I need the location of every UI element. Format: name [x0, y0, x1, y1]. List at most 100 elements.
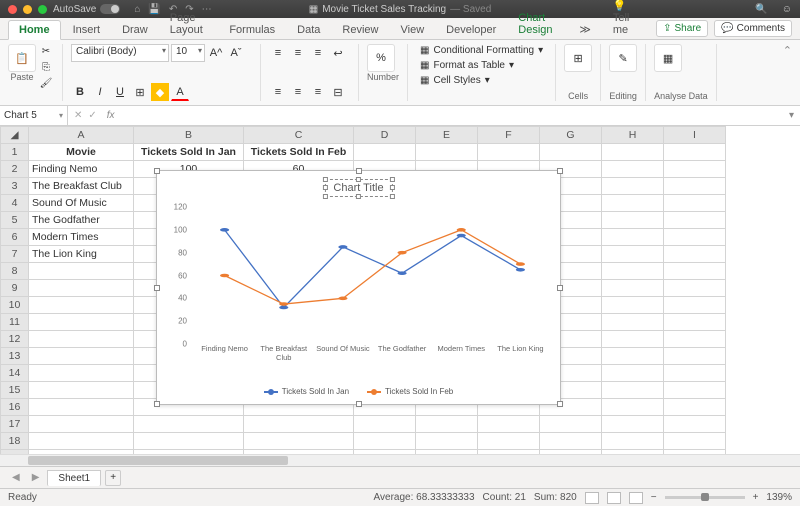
align-top-icon[interactable]: ≡ [269, 44, 287, 62]
row-header[interactable]: 7 [1, 246, 29, 263]
align-bot-icon[interactable]: ≡ [309, 44, 327, 62]
border-button[interactable]: ⊞ [131, 83, 149, 101]
search-icon[interactable]: 🔍 [755, 4, 767, 15]
name-box[interactable]: Chart 5▾ [0, 106, 68, 125]
underline-button[interactable]: U [111, 83, 129, 101]
tab-home[interactable]: Home [8, 20, 61, 40]
format-painter-icon[interactable]: 🖌 [38, 76, 54, 90]
expand-formula-icon[interactable]: ▾ [783, 110, 800, 121]
align-center-icon[interactable]: ≡ [289, 83, 307, 101]
select-all-corner[interactable]: ◢ [1, 127, 29, 144]
tab-review[interactable]: Review [332, 21, 388, 39]
tab-insert[interactable]: Insert [63, 21, 111, 39]
row-header[interactable]: 5 [1, 212, 29, 229]
col-header[interactable]: H [602, 127, 664, 144]
worksheet-grid[interactable]: ◢ A B C D E F G H I 1MovieTickets Sold I… [0, 126, 800, 466]
toggle-icon[interactable] [100, 4, 120, 14]
collapse-ribbon-icon[interactable]: ⌃ [783, 44, 792, 101]
sheet-tab[interactable]: Sheet1 [47, 470, 101, 486]
redo-icon[interactable]: ↷ [185, 4, 193, 15]
account-icon[interactable]: ☺ [782, 4, 792, 15]
tab-chart-design[interactable]: Chart Design [508, 9, 567, 39]
format-as-table-button[interactable]: ▦ Format as Table ▾ [416, 59, 547, 72]
copy-icon[interactable]: ⎘ [38, 60, 54, 74]
share-button[interactable]: ⇪ Share [656, 20, 708, 37]
cancel-formula-icon[interactable]: ✕ [74, 110, 82, 121]
resize-handle[interactable] [557, 401, 563, 407]
minimize-window-icon[interactable] [23, 5, 32, 14]
cell-styles-button[interactable]: ▦ Cell Styles ▾ [416, 74, 547, 87]
align-right-icon[interactable]: ≡ [309, 83, 327, 101]
tab-overflow[interactable]: ≫ [569, 20, 601, 39]
zoom-percent[interactable]: 139% [766, 492, 792, 503]
align-mid-icon[interactable]: ≡ [289, 44, 307, 62]
col-header[interactable]: B [134, 127, 244, 144]
col-header[interactable]: C [244, 127, 354, 144]
analyse-data-icon[interactable]: ▦ [654, 44, 682, 72]
row-header[interactable]: 13 [1, 348, 29, 365]
row-header[interactable]: 16 [1, 399, 29, 416]
number-format-icon[interactable]: % [367, 44, 395, 72]
fx-icon[interactable]: fx [103, 110, 119, 121]
add-sheet-button[interactable]: + [105, 470, 121, 486]
font-color-button[interactable]: A [171, 83, 189, 101]
chart-object[interactable]: Chart Title 020406080100120 Finding Nemo… [156, 170, 561, 405]
resize-handle[interactable] [356, 168, 362, 174]
autosave-toggle[interactable]: AutoSave [53, 4, 120, 15]
comments-button[interactable]: 💬 Comments [714, 20, 792, 37]
chart-plot-area[interactable] [195, 207, 550, 344]
col-header[interactable]: E [416, 127, 478, 144]
row-header[interactable]: 8 [1, 263, 29, 280]
resize-handle[interactable] [557, 168, 563, 174]
undo-icon[interactable]: ↶ [169, 4, 177, 15]
home-icon[interactable]: ⌂ [134, 4, 140, 15]
col-header[interactable]: F [478, 127, 540, 144]
tab-data[interactable]: Data [287, 21, 330, 39]
row-header[interactable]: 2 [1, 161, 29, 178]
bold-button[interactable]: B [71, 83, 89, 101]
row-header[interactable]: 6 [1, 229, 29, 246]
zoom-slider[interactable] [665, 496, 745, 499]
row-header[interactable]: 18 [1, 433, 29, 450]
close-window-icon[interactable] [8, 5, 17, 14]
sheet-nav-prev-icon[interactable]: ◀ [8, 472, 24, 483]
col-header[interactable]: G [540, 127, 602, 144]
wrap-text-icon[interactable]: ↩ [329, 44, 347, 62]
row-header[interactable]: 14 [1, 365, 29, 382]
increase-font-icon[interactable]: A^ [207, 44, 225, 62]
row-header[interactable]: 10 [1, 297, 29, 314]
resize-handle[interactable] [557, 285, 563, 291]
col-header[interactable]: A [29, 127, 134, 144]
fill-color-button[interactable]: ◆ [151, 83, 169, 101]
align-left-icon[interactable]: ≡ [269, 83, 287, 101]
view-normal-icon[interactable] [585, 492, 599, 504]
view-page-layout-icon[interactable] [607, 492, 621, 504]
conditional-formatting-button[interactable]: ▦ Conditional Formatting ▾ [416, 44, 547, 57]
tab-formulas[interactable]: Formulas [219, 21, 285, 39]
editing-icon[interactable]: ✎ [609, 44, 637, 72]
tell-me[interactable]: 💡 Tell me [603, 0, 654, 39]
zoom-in-icon[interactable]: + [753, 492, 759, 503]
row-header[interactable]: 4 [1, 195, 29, 212]
cut-icon[interactable]: ✂ [38, 44, 54, 58]
italic-button[interactable]: I [91, 83, 109, 101]
tab-developer[interactable]: Developer [436, 21, 506, 39]
sheet-nav-next-icon[interactable]: ▶ [28, 472, 44, 483]
resize-handle[interactable] [356, 401, 362, 407]
row-header[interactable]: 15 [1, 382, 29, 399]
accept-formula-icon[interactable]: ✓ [88, 110, 96, 121]
row-header[interactable]: 9 [1, 280, 29, 297]
more-icon[interactable]: ⋯ [202, 4, 212, 15]
tab-view[interactable]: View [391, 21, 435, 39]
row-header[interactable]: 17 [1, 416, 29, 433]
resize-handle[interactable] [154, 168, 160, 174]
col-header[interactable]: I [664, 127, 726, 144]
row-header[interactable]: 12 [1, 331, 29, 348]
tab-draw[interactable]: Draw [112, 21, 158, 39]
row-header[interactable]: 11 [1, 314, 29, 331]
row-header[interactable]: 3 [1, 178, 29, 195]
save-icon[interactable]: 💾 [148, 4, 160, 15]
zoom-out-icon[interactable]: − [651, 492, 657, 503]
horizontal-scrollbar[interactable] [0, 454, 800, 466]
paste-icon[interactable]: 📋 [8, 44, 36, 72]
